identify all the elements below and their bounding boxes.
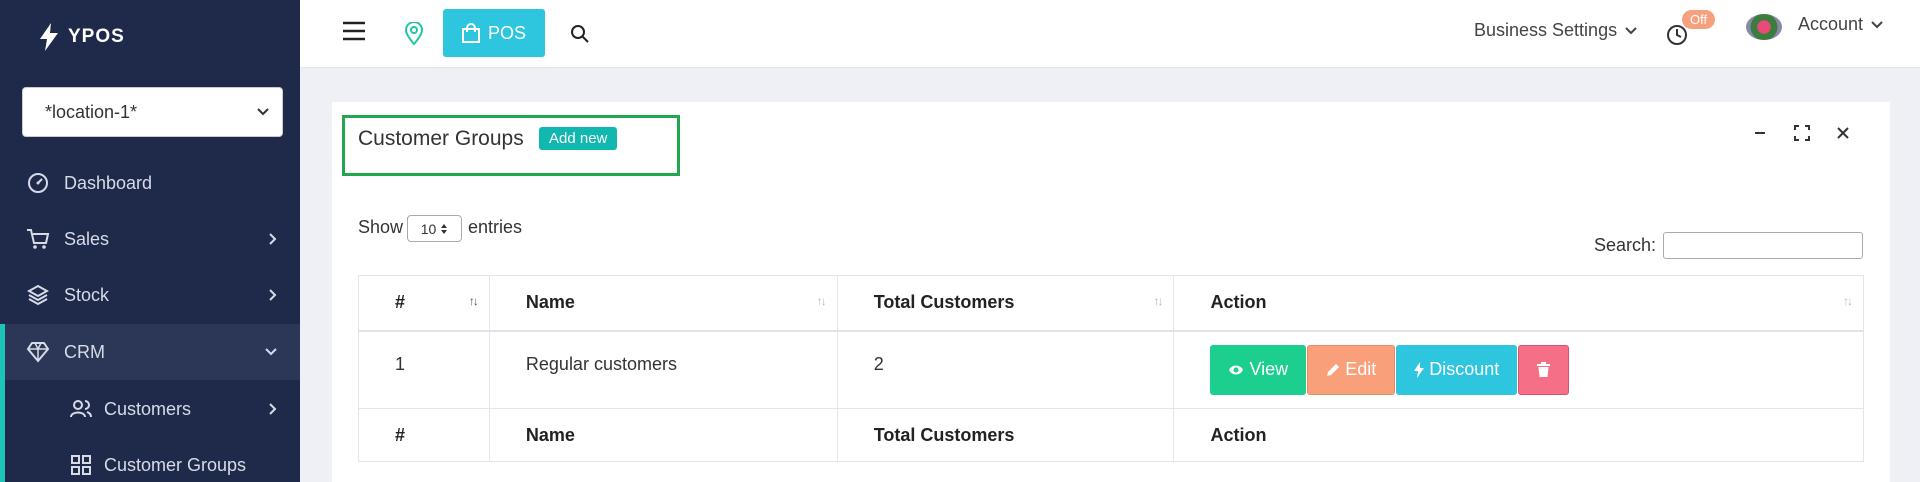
sort-arrows-icon <box>441 223 448 234</box>
chevron-down-icon <box>265 348 277 356</box>
pencil-icon <box>1327 363 1340 376</box>
cell-index: 1 <box>358 330 490 409</box>
sidebar-subitem-label: Customers <box>104 398 192 419</box>
bolt-icon <box>1414 361 1425 378</box>
trash-icon <box>1537 362 1551 377</box>
table-footer-row: # Name Total Customers Action <box>358 408 1864 462</box>
footer-index: # <box>358 408 490 462</box>
sidebar-item-label: Sales <box>64 228 110 249</box>
close-icon[interactable] <box>1832 122 1854 144</box>
chevron-down-icon <box>257 108 269 116</box>
search-label: Search: <box>1594 235 1657 255</box>
column-header-label: Total Customers <box>873 292 1015 313</box>
location-select[interactable]: *location-1* <box>22 87 283 137</box>
top-bar: POS Business Settings Off Account <box>300 0 1920 68</box>
sidebar-item-stock[interactable]: Stock <box>0 267 300 323</box>
cell-total: 2 <box>836 330 1175 409</box>
sort-asc-icon: ↑↓ <box>468 294 479 308</box>
view-button[interactable]: View <box>1210 344 1307 395</box>
sort-icon: ↑↓ <box>1843 294 1853 308</box>
page-size-select[interactable]: 10 <box>407 215 462 242</box>
column-header-label: # <box>395 292 406 313</box>
view-button-label: View <box>1249 359 1289 379</box>
discount-button[interactable]: Discount <box>1396 344 1518 395</box>
eye-icon <box>1229 365 1244 374</box>
chevron-right-icon <box>269 233 277 245</box>
footer-total-customers: Total Customers <box>836 408 1175 462</box>
bolt-icon <box>40 23 58 51</box>
fullscreen-icon[interactable] <box>1791 122 1813 144</box>
delete-button[interactable] <box>1518 344 1570 395</box>
account-label: Account <box>1798 14 1864 34</box>
sidebar-item-label: CRM <box>64 341 105 362</box>
sidebar-subitem-customers[interactable]: Customers <box>0 381 300 437</box>
customer-groups-table: # ↑↓ Name ↑↓ Total Customers ↑↓ Action ↑↓ 1 … <box>358 275 1864 462</box>
business-settings-menu[interactable]: Business Settings <box>1474 20 1637 41</box>
column-header-action[interactable]: Action ↑↓ <box>1173 275 1864 332</box>
sidebar-subitem-label: Customer Groups <box>104 454 247 475</box>
column-header-label: Name <box>525 292 575 313</box>
shopping-bag-icon <box>461 23 480 43</box>
edit-button-label: Edit <box>1345 359 1377 379</box>
sidebar-subitem-customer-groups[interactable]: Customer Groups <box>0 437 300 482</box>
sort-icon: ↑↓ <box>816 294 827 308</box>
add-new-button[interactable]: Add new <box>539 127 618 150</box>
edit-button[interactable]: Edit <box>1307 344 1396 395</box>
column-header-label: Action <box>1210 292 1267 313</box>
brand[interactable]: YPOS <box>0 0 300 74</box>
cell-actions: View Edit Discount <box>1173 330 1864 409</box>
minimize-icon[interactable] <box>1749 122 1771 144</box>
cart-icon <box>26 227 50 251</box>
clock-icon[interactable] <box>1666 24 1688 51</box>
status-badge: Off <box>1682 10 1716 29</box>
page-title: Customer Groups <box>358 127 524 150</box>
search-icon[interactable] <box>570 24 590 49</box>
dashboard-icon <box>26 171 50 195</box>
discount-button-label: Discount <box>1429 359 1500 379</box>
grid-icon <box>70 454 92 476</box>
account-menu[interactable]: Account <box>1798 14 1883 35</box>
sidebar-item-dashboard[interactable]: Dashboard <box>0 155 300 211</box>
location-select-value: *location-1* <box>45 101 138 122</box>
diamond-icon <box>26 340 50 364</box>
menu-icon[interactable] <box>342 20 366 44</box>
column-header-index[interactable]: # ↑↓ <box>358 275 490 332</box>
location-pin-icon[interactable] <box>404 21 424 51</box>
page-size-value: 10 <box>420 220 437 237</box>
table-row: 1 Regular customers 2 View Edit Discount <box>358 330 1864 409</box>
sidebar-item-sales[interactable]: Sales <box>0 211 300 267</box>
show-label: Show <box>358 217 404 237</box>
table-header-row: # ↑↓ Name ↑↓ Total Customers ↑↓ Action ↑↓ <box>358 275 1864 332</box>
chevron-right-icon <box>269 289 277 301</box>
entries-label: entries <box>468 217 523 237</box>
footer-name: Name <box>488 408 838 462</box>
pos-button-label: POS <box>487 22 526 43</box>
users-icon <box>70 398 92 420</box>
sort-icon: ↑↓ <box>1153 294 1163 308</box>
column-header-name[interactable]: Name ↑↓ <box>488 275 838 332</box>
chevron-down-icon <box>1871 20 1883 28</box>
layers-icon <box>26 283 50 307</box>
pos-button[interactable]: POS <box>443 9 545 57</box>
chevron-down-icon <box>1625 26 1637 34</box>
sidebar-item-label: Stock <box>64 284 110 305</box>
column-header-total-customers[interactable]: Total Customers ↑↓ <box>836 275 1175 332</box>
cell-name: Regular customers <box>488 330 838 409</box>
sidebar-item-label: Dashboard <box>64 172 153 193</box>
brand-name: YPOS <box>68 26 125 47</box>
avatar[interactable] <box>1746 14 1782 40</box>
table-search-input[interactable] <box>1663 232 1863 259</box>
sidebar: YPOS *location-1* Dashboard Sales Stock … <box>0 0 300 482</box>
business-settings-label: Business Settings <box>1474 20 1618 40</box>
sidebar-item-crm[interactable]: CRM <box>0 324 300 380</box>
chevron-right-icon <box>269 403 277 415</box>
footer-action: Action <box>1173 408 1864 462</box>
